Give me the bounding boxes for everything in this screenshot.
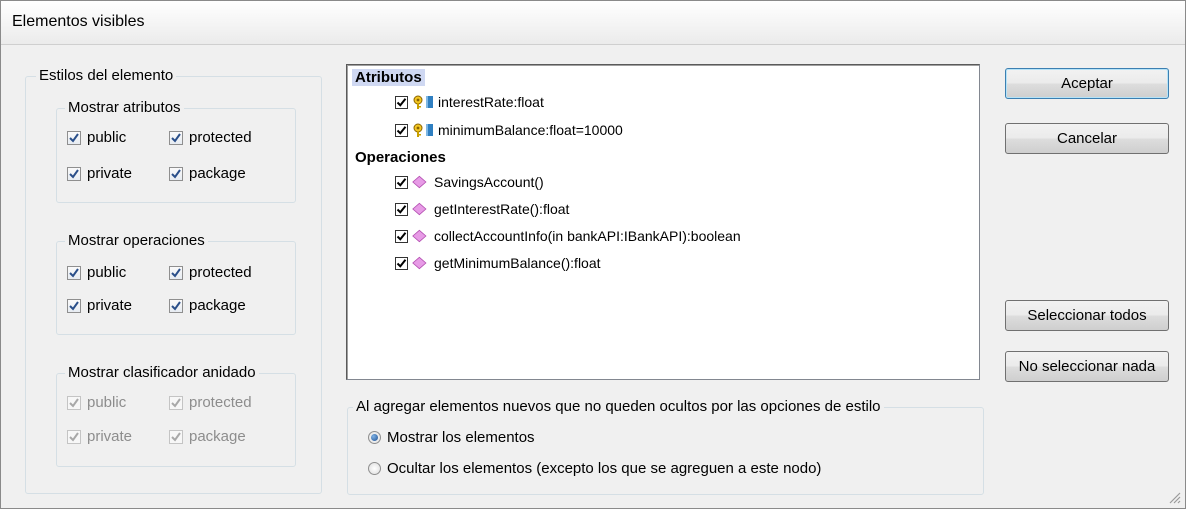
radio-unselected-icon[interactable] (368, 462, 381, 475)
attribute-label: interestRate:float (438, 94, 544, 110)
operation-diamond-icon (412, 202, 427, 216)
select-all-button[interactable]: Seleccionar todos (1005, 300, 1169, 331)
nested-package-checkbox[interactable]: package (169, 428, 246, 445)
operations-header[interactable]: Operaciones (355, 149, 446, 166)
op-package-checkbox[interactable]: package (169, 297, 246, 314)
attr-private-checkbox[interactable]: private (67, 165, 132, 182)
attribute-key-icon (413, 95, 433, 109)
checkbox-checked-disabled-icon[interactable] (67, 429, 81, 444)
attr-protected-label: protected (189, 129, 252, 146)
nested-public-checkbox[interactable]: public (67, 394, 126, 411)
list-item[interactable]: interestRate:float (395, 94, 544, 110)
checkbox-checked-icon[interactable] (169, 130, 183, 145)
radio-selected-icon[interactable] (368, 431, 381, 444)
checkbox-checked-icon[interactable] (169, 265, 183, 280)
element-styles-legend: Estilos del elemento (36, 67, 177, 84)
operation-label: getMinimumBalance():float (434, 255, 601, 271)
checkbox-checked-icon[interactable] (169, 166, 183, 181)
checkbox-checked-disabled-icon[interactable] (169, 429, 183, 444)
attr-public-checkbox[interactable]: public (67, 129, 126, 146)
title-bar: Elementos visibles (1, 1, 1185, 45)
operation-label: collectAccountInfo(in bankAPI:IBankAPI):… (434, 228, 741, 244)
show-attributes-group: Mostrar atributos public protected priva… (56, 99, 296, 203)
checkbox-checked-disabled-icon[interactable] (67, 395, 81, 410)
item-checkbox[interactable] (395, 175, 408, 189)
op-private-label: private (87, 297, 133, 314)
attributes-header[interactable]: Atributos (352, 69, 425, 86)
item-checkbox[interactable] (395, 229, 408, 243)
op-package-label: package (189, 297, 246, 314)
new-elements-group: Al agregar elementos nuevos que no quede… (347, 398, 984, 495)
checkbox-checked-icon[interactable] (67, 265, 81, 280)
nested-private-label: private (87, 428, 133, 445)
nested-protected-label: protected (189, 394, 252, 411)
nested-package-label: package (189, 428, 246, 445)
operation-diamond-icon (412, 175, 427, 189)
operation-label: getInterestRate():float (434, 201, 570, 217)
item-checkbox[interactable] (395, 123, 408, 137)
checkbox-checked-icon[interactable] (67, 166, 81, 181)
show-nested-classifier-group: Mostrar clasificador anidado public prot… (56, 364, 296, 467)
op-public-checkbox[interactable]: public (67, 264, 126, 281)
show-operations-group: Mostrar operaciones public protected pri… (56, 232, 296, 335)
op-public-label: public (87, 264, 127, 281)
checkbox-checked-disabled-icon[interactable] (169, 395, 183, 410)
checkbox-checked-icon[interactable] (67, 298, 81, 313)
attr-package-checkbox[interactable]: package (169, 165, 246, 182)
new-elements-legend: Al agregar elementos nuevos que no quede… (353, 398, 884, 415)
show-elements-radio[interactable]: Mostrar los elementos (368, 429, 535, 446)
checkbox-checked-icon[interactable] (169, 298, 183, 313)
nested-public-label: public (87, 394, 127, 411)
list-item[interactable]: collectAccountInfo(in bankAPI:IBankAPI):… (395, 228, 741, 244)
element-styles-group: Estilos del elemento Mostrar atributos p… (25, 67, 322, 494)
attribute-key-icon (413, 123, 433, 137)
list-item[interactable]: getMinimumBalance():float (395, 255, 601, 271)
attribute-label: minimumBalance:float=10000 (438, 122, 623, 138)
list-item[interactable]: SavingsAccount() (395, 174, 544, 190)
item-checkbox[interactable] (395, 202, 408, 216)
item-checkbox[interactable] (395, 95, 408, 109)
show-nested-classifier-legend: Mostrar clasificador anidado (65, 364, 259, 381)
op-protected-checkbox[interactable]: protected (169, 264, 252, 281)
hide-elements-radio[interactable]: Ocultar los elementos (excepto los que s… (368, 460, 821, 477)
item-checkbox[interactable] (395, 256, 408, 270)
list-item[interactable]: minimumBalance:float=10000 (395, 122, 623, 138)
attr-public-label: public (87, 129, 127, 146)
attr-private-label: private (87, 165, 133, 182)
operation-diamond-icon (412, 229, 427, 243)
checkbox-checked-icon[interactable] (67, 130, 81, 145)
visible-elements-dialog: Elementos visibles Estilos del elemento … (0, 0, 1186, 509)
list-item[interactable]: getInterestRate():float (395, 201, 569, 217)
cancel-button[interactable]: Cancelar (1005, 123, 1169, 154)
members-listbox[interactable]: Atributos interestRate:float minimumBala… (346, 64, 980, 380)
op-protected-label: protected (189, 264, 252, 281)
nested-private-checkbox[interactable]: private (67, 428, 132, 445)
operation-diamond-icon (412, 256, 427, 270)
hide-elements-label: Ocultar los elementos (excepto los que s… (387, 460, 822, 477)
ok-button[interactable]: Aceptar (1005, 68, 1169, 99)
show-operations-legend: Mostrar operaciones (65, 232, 208, 249)
select-none-button[interactable]: No seleccionar nada (1005, 351, 1169, 382)
attr-protected-checkbox[interactable]: protected (169, 129, 252, 146)
show-attributes-legend: Mostrar atributos (65, 99, 184, 116)
attr-package-label: package (189, 165, 246, 182)
nested-protected-checkbox[interactable]: protected (169, 394, 252, 411)
operation-label: SavingsAccount() (434, 174, 544, 190)
dialog-title: Elementos visibles (12, 13, 145, 30)
resize-grip-icon[interactable] (1167, 490, 1181, 504)
show-elements-label: Mostrar los elementos (387, 429, 535, 446)
op-private-checkbox[interactable]: private (67, 297, 132, 314)
